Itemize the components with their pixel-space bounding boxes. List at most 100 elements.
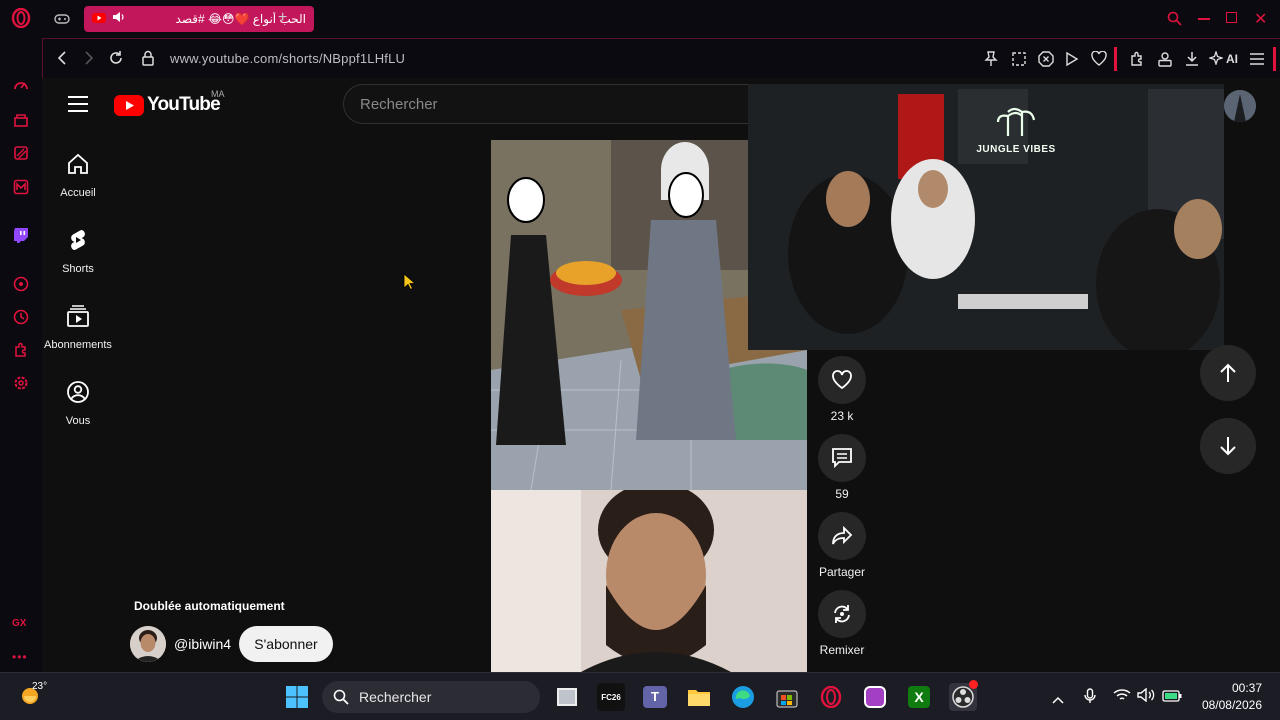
edge-icon[interactable] — [729, 683, 757, 711]
gx-control-icon[interactable] — [11, 76, 31, 96]
youtube-logo[interactable]: YouTube — [114, 94, 221, 116]
clock-time[interactable]: 00:37 — [1200, 681, 1262, 695]
clock-date[interactable]: 08/08/2026 — [1190, 698, 1262, 712]
extensions-icon[interactable] — [11, 340, 31, 360]
comment-count: 59 — [835, 487, 849, 501]
new-tab-button[interactable]: + — [278, 9, 287, 27]
ai-label[interactable]: AI — [1226, 52, 1238, 66]
next-short-button[interactable] — [1200, 418, 1256, 474]
windows-logo-icon — [286, 686, 308, 708]
mouse-cursor-icon — [403, 273, 417, 296]
download-icon[interactable] — [1184, 51, 1200, 72]
menu-icon[interactable] — [1250, 52, 1264, 70]
nav-label-subscriptions: Abonnements — [44, 339, 112, 351]
more-icon[interactable]: ••• — [12, 650, 28, 664]
nav-item-you[interactable]: Vous — [42, 380, 118, 427]
pin-icon[interactable] — [984, 51, 998, 72]
share-button[interactable] — [818, 512, 866, 560]
puzzle-icon[interactable] — [1129, 51, 1145, 72]
nav-label-shorts: Shorts — [62, 263, 94, 275]
adblock-icon[interactable] — [1038, 51, 1054, 72]
start-button[interactable] — [283, 683, 311, 711]
gamepad-icon[interactable] — [54, 12, 70, 31]
remix-button[interactable] — [818, 590, 866, 638]
minimize-button[interactable] — [1198, 18, 1210, 20]
like-button[interactable] — [818, 356, 866, 404]
weather-temp: 23° — [32, 681, 48, 692]
toolbar-divider — [1114, 47, 1117, 71]
nav-item-home[interactable]: Accueil — [42, 152, 118, 199]
channel-avatar[interactable] — [130, 626, 166, 662]
player-icon[interactable] — [11, 274, 31, 294]
battery-icon[interactable] — [1162, 689, 1182, 707]
game-app-icon[interactable]: FC26 — [597, 683, 625, 711]
xbox-icon[interactable]: X — [905, 683, 933, 711]
chevron-up-icon[interactable] — [1052, 691, 1064, 709]
gx-corner-icon[interactable] — [11, 110, 31, 130]
instagram-icon[interactable] — [861, 683, 889, 711]
settings-icon[interactable] — [11, 373, 31, 393]
nav-item-shorts[interactable]: Shorts — [42, 228, 118, 275]
forward-icon[interactable] — [83, 51, 95, 70]
channel-handle[interactable]: @ibiwin4 — [174, 636, 231, 652]
recording-dot — [969, 680, 978, 689]
file-explorer-icon[interactable] — [685, 683, 713, 711]
previous-short-button[interactable] — [1200, 345, 1256, 401]
gx-sidebar: GX ••• — [0, 0, 42, 672]
youtube-favicon-icon — [92, 10, 106, 28]
gx-cleaner-icon[interactable] — [11, 143, 31, 163]
url-field[interactable]: www.youtube.com/shorts/NBppf1LHfLU — [170, 51, 405, 66]
task-view-icon[interactable] — [553, 683, 581, 711]
gx-label[interactable]: GX — [12, 618, 26, 629]
avatar-icon — [1224, 90, 1256, 122]
pip-video-overlay[interactable]: JUNGLE VIBES — [748, 84, 1224, 350]
teams-icon[interactable]: T — [641, 683, 669, 711]
search-icon — [333, 689, 349, 705]
store-icon[interactable] — [773, 683, 801, 711]
home-icon — [68, 153, 88, 174]
opera-gx-taskbar-icon[interactable] — [817, 683, 845, 711]
heart-outline-icon — [832, 370, 852, 390]
subscribe-button[interactable]: S'abonner — [239, 626, 333, 662]
search-input[interactable]: Rechercher — [343, 84, 763, 124]
play-icon[interactable] — [1065, 51, 1079, 72]
wifi-icon[interactable] — [1113, 688, 1131, 707]
channel-avatar-image — [130, 626, 166, 662]
reload-icon[interactable] — [108, 50, 124, 71]
tab-audio-icon[interactable] — [112, 10, 126, 28]
youtube-page: YouTube MA Rechercher Accueil Shorts Abo… — [42, 78, 1280, 672]
nav-item-subscriptions[interactable]: Abonnements — [42, 304, 118, 351]
video-person — [491, 490, 807, 672]
account-icon[interactable] — [1157, 51, 1173, 72]
snapshot-icon[interactable] — [1011, 51, 1027, 72]
back-icon[interactable] — [56, 51, 68, 70]
avatar[interactable] — [1224, 90, 1256, 122]
tab-search-icon[interactable] — [1167, 11, 1182, 31]
microphone-icon[interactable] — [1084, 688, 1096, 709]
heart-icon[interactable] — [1091, 50, 1107, 71]
obs-icon[interactable] — [949, 680, 978, 711]
opera-logo-icon[interactable] — [11, 8, 31, 28]
maximize-button[interactable] — [1226, 12, 1237, 23]
lock-icon[interactable] — [141, 50, 155, 71]
messenger-icon[interactable] — [11, 177, 31, 197]
address-bar: www.youtube.com/shorts/NBppf1LHfLU AI — [42, 38, 1280, 78]
youtube-logo-text: YouTube — [147, 94, 221, 115]
video-frame-bottom[interactable] — [491, 490, 807, 672]
arrow-up-icon — [1220, 363, 1236, 382]
close-button[interactable]: ✕ — [1254, 9, 1267, 29]
nav-label-home: Accueil — [60, 187, 96, 199]
volume-icon[interactable] — [1137, 687, 1155, 707]
remix-label: Remixer — [819, 643, 865, 657]
comment-icon — [832, 448, 852, 469]
comments-button[interactable] — [818, 434, 866, 482]
taskbar-search-placeholder: Rechercher — [359, 689, 432, 705]
twitch-icon[interactable] — [11, 225, 31, 245]
taskbar-search[interactable]: Rechercher — [322, 681, 540, 713]
aria-icon[interactable] — [1207, 49, 1225, 70]
windows-taskbar: 23° Rechercher FC26 T X 00:37 08/08/2026 — [0, 672, 1280, 720]
history-icon[interactable] — [11, 307, 31, 327]
remix-icon — [834, 605, 850, 623]
toolbar-divider-right — [1273, 47, 1276, 71]
guide-menu-icon[interactable] — [68, 96, 88, 117]
